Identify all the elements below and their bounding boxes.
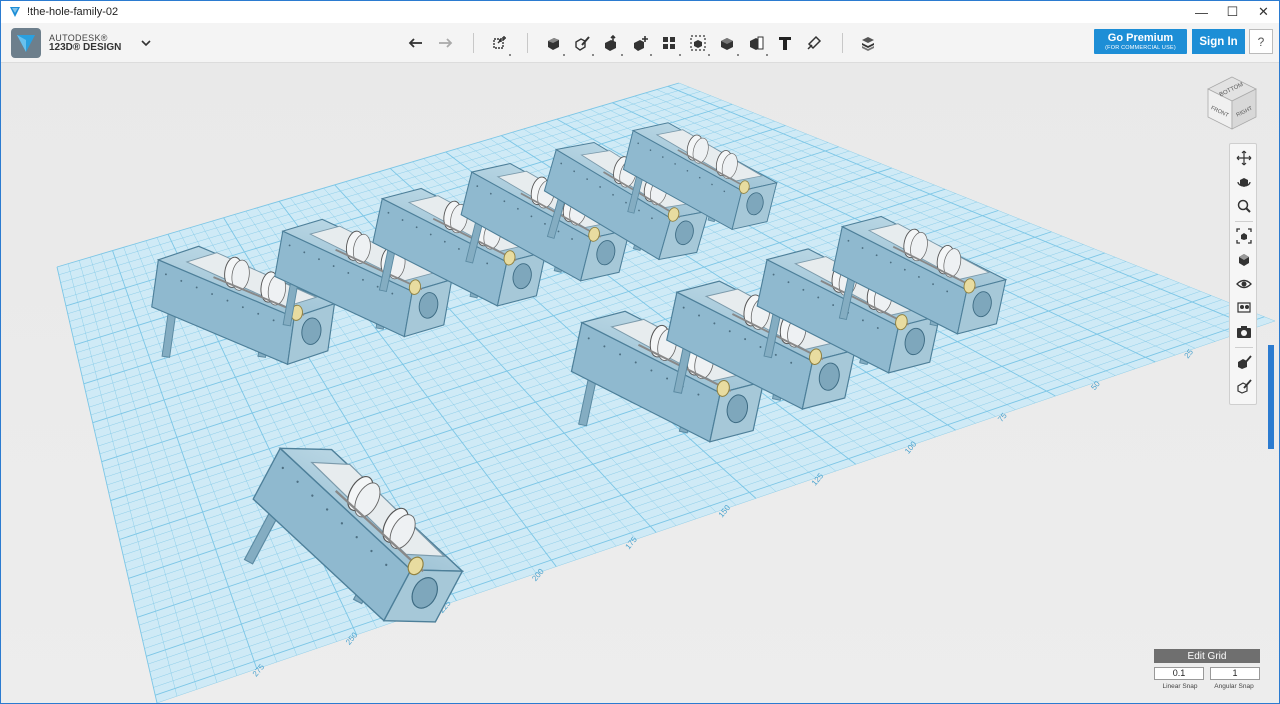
construct-button[interactable] [598, 30, 624, 56]
3d-viewport[interactable]: 25 50 75 100 125 150 175 200 225 250 275 BOTTOM FR… [1, 63, 1280, 704]
toolbar-divider [527, 33, 528, 53]
maximize-button[interactable]: ☐ [1217, 1, 1248, 23]
go-premium-sublabel: (FOR COMMERCIAL USE) [1105, 45, 1176, 51]
transform-icon [493, 36, 506, 49]
group-icon [690, 35, 706, 51]
zoom-icon [1237, 199, 1251, 213]
views-button[interactable] [1234, 250, 1254, 270]
snap-icon [807, 35, 822, 50]
pattern-icon [663, 37, 675, 49]
linear-snap-input[interactable]: 0.1 [1154, 667, 1204, 680]
pattern-button[interactable] [656, 30, 682, 56]
snap-button[interactable] [801, 30, 827, 56]
view-cube[interactable]: BOTTOM FRONT RIGHT [1205, 75, 1259, 131]
camera-button[interactable] [1234, 322, 1254, 342]
combine-icon [721, 38, 733, 50]
redo-icon [439, 38, 453, 48]
material-button[interactable] [855, 30, 881, 56]
text-button[interactable] [772, 30, 798, 56]
orbit-button[interactable] [1234, 172, 1254, 192]
snap-nav-button[interactable] [1234, 352, 1254, 372]
edit-icon [1237, 379, 1252, 394]
modify-icon [634, 36, 648, 51]
nav-divider [1235, 221, 1253, 222]
undo-button[interactable] [403, 30, 429, 56]
brand-line-2: 123D® DESIGN [49, 42, 122, 53]
edit-nav-button[interactable] [1234, 376, 1254, 396]
go-premium-label: Go Premium [1107, 32, 1174, 44]
chevron-down-icon[interactable] [139, 36, 153, 50]
grid-panel: Edit Grid 0.1 1 Linear Snap Angular Snap [1154, 649, 1260, 695]
app-window: !the-hole-family-02 — ☐ ✕ AUTODESK® 123D… [0, 0, 1280, 704]
materials-button[interactable] [1234, 298, 1254, 318]
text-icon [779, 37, 791, 50]
group-button[interactable] [685, 30, 711, 56]
tool-group [403, 29, 884, 57]
primitives-icon [548, 38, 559, 50]
material-icon [862, 37, 874, 51]
modify-button[interactable] [627, 30, 653, 56]
orbit-icon [1237, 178, 1251, 187]
brand[interactable]: AUTODESK® 123D® DESIGN [11, 28, 151, 58]
title-bar: !the-hole-family-02 — ☐ ✕ [1, 1, 1279, 23]
fit-icon [1236, 228, 1252, 244]
navigation-bar [1229, 143, 1257, 405]
toolbar-divider [473, 33, 474, 53]
go-premium-button[interactable]: Go Premium (FOR COMMERCIAL USE) [1094, 29, 1187, 54]
camera-icon [1237, 326, 1251, 338]
app-logo-icon [10, 7, 20, 17]
redo-button[interactable] [432, 30, 458, 56]
fit-button[interactable] [1234, 226, 1254, 246]
scene-canvas[interactable]: 255075100125150175200225250275 [1, 63, 1280, 704]
sketch-icon [575, 36, 590, 51]
linear-snap-label: Linear Snap [1162, 683, 1198, 690]
undo-icon [408, 38, 422, 48]
visibility-icon [1236, 279, 1252, 289]
pan-button[interactable] [1234, 148, 1254, 168]
measure-icon [750, 36, 764, 50]
views-icon [1239, 254, 1249, 266]
visibility-button[interactable] [1234, 274, 1254, 294]
zoom-button[interactable] [1234, 196, 1254, 216]
close-button[interactable]: ✕ [1248, 1, 1279, 23]
measure-button[interactable] [743, 30, 769, 56]
angular-snap-input[interactable]: 1 [1210, 667, 1260, 680]
angular-snap-label: Angular Snap [1214, 683, 1254, 690]
toolbar-divider [842, 33, 843, 53]
main-toolbar: AUTODESK® 123D® DESIGN Go Premium (FOR C… [1, 23, 1279, 63]
nav-divider [1235, 347, 1253, 348]
edit-grid-button[interactable]: Edit Grid [1154, 649, 1260, 663]
minimize-button[interactable]: — [1186, 1, 1217, 23]
app-brand-logo-icon [11, 28, 41, 58]
sketch-button[interactable] [569, 30, 595, 56]
sign-in-button[interactable]: Sign In [1192, 29, 1245, 54]
window-title: !the-hole-family-02 [27, 6, 119, 18]
pan-icon [1236, 150, 1252, 166]
scroll-indicator[interactable] [1268, 345, 1274, 449]
primitives-button[interactable] [540, 30, 566, 56]
construct-icon [605, 34, 616, 51]
transform-button[interactable] [486, 30, 512, 56]
materials-icon [1237, 302, 1251, 313]
snap-icon [1238, 355, 1252, 369]
help-button[interactable]: ? [1249, 29, 1273, 54]
combine-button[interactable] [714, 30, 740, 56]
